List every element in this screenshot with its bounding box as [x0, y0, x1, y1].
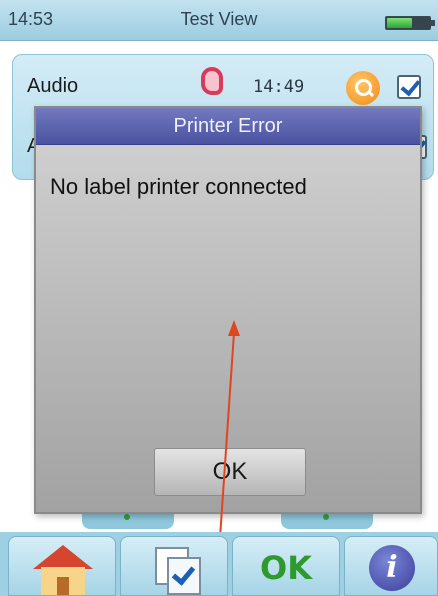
checklist-icon: [155, 547, 201, 595]
ok-button[interactable]: OK: [232, 536, 340, 596]
annotation-arrow: [215, 320, 240, 596]
info-button[interactable]: i: [344, 536, 438, 596]
home-icon: [33, 545, 93, 595]
info-icon: i: [369, 545, 415, 591]
ok-button-label: OK: [260, 549, 312, 587]
bottom-toolbar: OK i: [0, 532, 438, 596]
checklist-button[interactable]: [120, 536, 228, 596]
home-button[interactable]: [8, 536, 116, 596]
annotation-arrow-head: [228, 320, 240, 336]
